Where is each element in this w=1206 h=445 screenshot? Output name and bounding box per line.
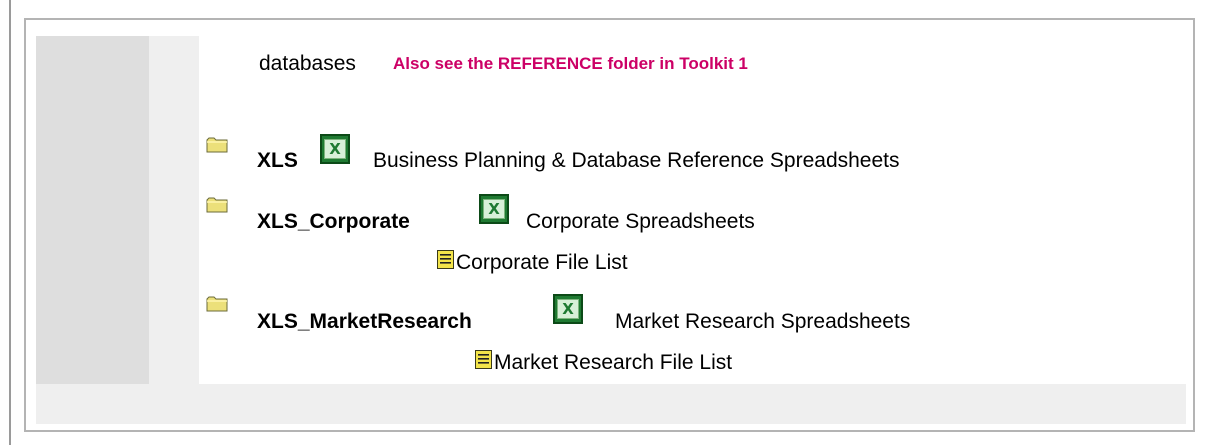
- folder-link-xls[interactable]: XLS: [257, 149, 298, 173]
- left-border-rule: [9, 0, 11, 445]
- document-icon[interactable]: [475, 350, 492, 374]
- inner-panel: databases Also see the REFERENCE folder …: [36, 36, 1186, 424]
- folder-description: Market Research Spreadsheets: [615, 310, 911, 333]
- folder-link-xls-marketresearch[interactable]: XLS_MarketResearch: [257, 310, 472, 334]
- reference-note: Also see the REFERENCE folder in Toolkit…: [393, 54, 748, 73]
- document-icon[interactable]: [437, 250, 454, 274]
- excel-icon[interactable]: X: [320, 134, 350, 164]
- folder-link-xls-corporate[interactable]: XLS_Corporate: [257, 210, 410, 234]
- spacer-column: [149, 36, 199, 384]
- file-list-link-corporate[interactable]: Corporate File List: [456, 251, 628, 275]
- excel-icon[interactable]: X: [479, 194, 509, 224]
- folder-icon[interactable]: [206, 295, 228, 318]
- folder-icon[interactable]: [206, 196, 228, 219]
- listing-content: databases Also see the REFERENCE folder …: [199, 36, 1186, 384]
- folder-description: Corporate Spreadsheets: [526, 210, 755, 233]
- folder-description: Business Planning & Database Reference S…: [373, 149, 900, 172]
- left-sidebar-column: [36, 36, 149, 384]
- content-frame: databases Also see the REFERENCE folder …: [24, 18, 1195, 432]
- file-list-link-marketresearch[interactable]: Market Research File List: [494, 351, 732, 375]
- bottom-band: [36, 384, 1186, 424]
- folder-icon[interactable]: [206, 136, 228, 159]
- databases-label: databases: [259, 52, 356, 75]
- excel-icon[interactable]: X: [553, 294, 583, 324]
